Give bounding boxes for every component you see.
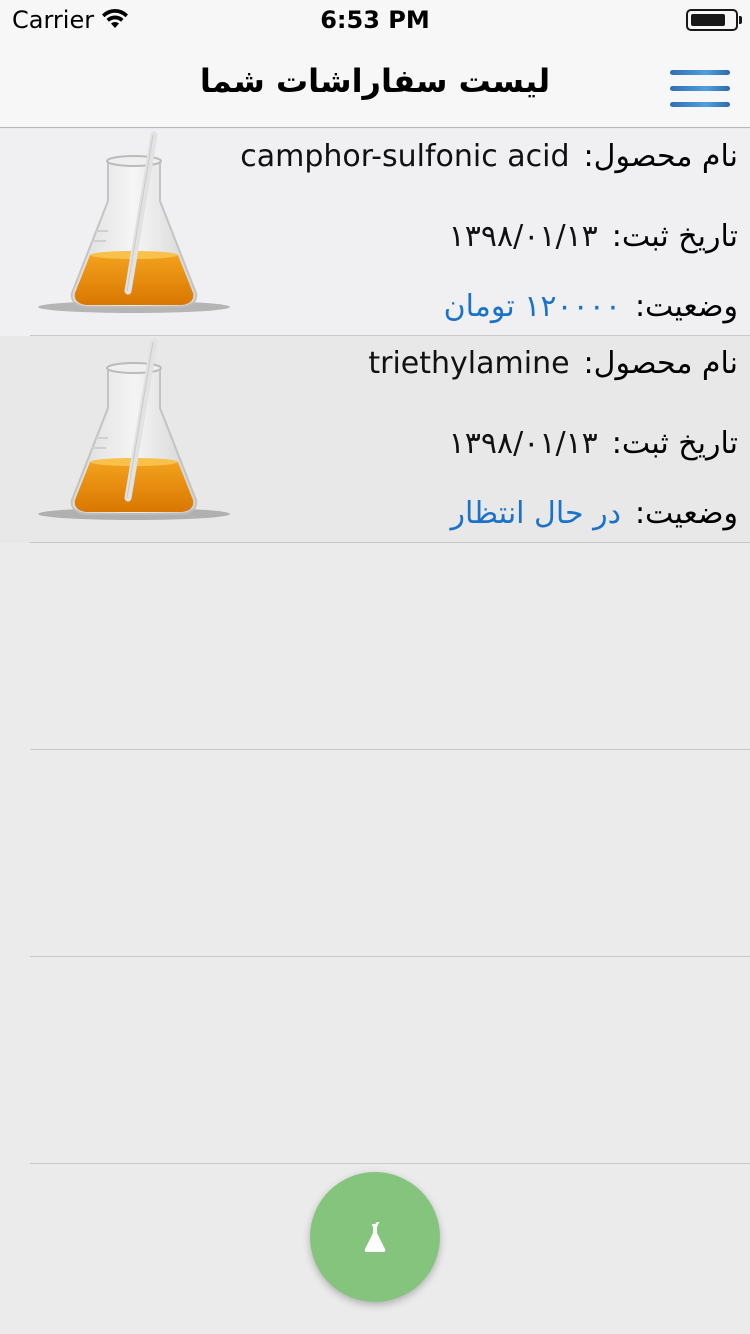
orders-list: نام محصول: camphor-sulfonic acid تاریخ ثب…	[0, 129, 750, 1164]
date-label: تاریخ ثبت:	[611, 219, 738, 254]
product-name: triethylamine	[368, 346, 570, 381]
battery-icon	[686, 9, 742, 31]
empty-row	[0, 750, 750, 957]
order-status: در حال انتظار	[450, 496, 621, 531]
order-status-field: وضعیت: در حال انتظار	[451, 496, 738, 531]
order-status-field: وضعیت: ۱۲۰۰۰۰ تومان	[444, 289, 738, 324]
order-status: ۱۲۰۰۰۰ تومان	[443, 289, 621, 324]
order-date: ۱۳۹۸/۰۱/۱۳	[448, 219, 598, 254]
status-bar: Carrier 6:53 PM	[0, 0, 750, 40]
status-time: 6:53 PM	[320, 6, 430, 34]
product-label: نام محصول:	[583, 346, 738, 381]
app-root: Carrier 6:53 PM لیست سفاراشات شما نام مح…	[0, 0, 750, 1334]
product-label: نام محصول:	[583, 139, 738, 174]
order-date-field: تاریخ ثبت: ۱۳۹۸/۰۱/۱۳	[449, 219, 738, 254]
product-name: camphor-sulfonic acid	[240, 139, 570, 174]
order-date: ۱۳۹۸/۰۱/۱۳	[448, 426, 598, 461]
flask-icon	[364, 1222, 386, 1252]
product-name-field: نام محصول: triethylamine	[368, 346, 738, 381]
page-title: لیست سفاراشات شما	[199, 62, 551, 100]
order-row[interactable]: نام محصول: triethylamine تاریخ ثبت: ۱۳۹۸/۰…	[0, 336, 750, 543]
row-separator	[30, 1163, 750, 1164]
order-row[interactable]: نام محصول: camphor-sulfonic acid تاریخ ثب…	[0, 129, 750, 336]
status-label: وضعیت:	[634, 496, 738, 531]
hamburger-menu-icon[interactable]	[670, 70, 730, 110]
empty-row	[0, 957, 750, 1164]
order-date-field: تاریخ ثبت: ۱۳۹۸/۰۱/۱۳	[449, 426, 738, 461]
erlenmeyer-flask-image	[38, 131, 230, 313]
navigation-bar: لیست سفاراشات شما	[0, 40, 750, 128]
erlenmeyer-flask-image	[38, 338, 230, 520]
product-name-field: نام محصول: camphor-sulfonic acid	[240, 139, 738, 174]
date-label: تاریخ ثبت:	[611, 426, 738, 461]
empty-row	[0, 543, 750, 750]
add-order-button[interactable]	[310, 1172, 440, 1302]
status-label: وضعیت:	[634, 289, 738, 324]
